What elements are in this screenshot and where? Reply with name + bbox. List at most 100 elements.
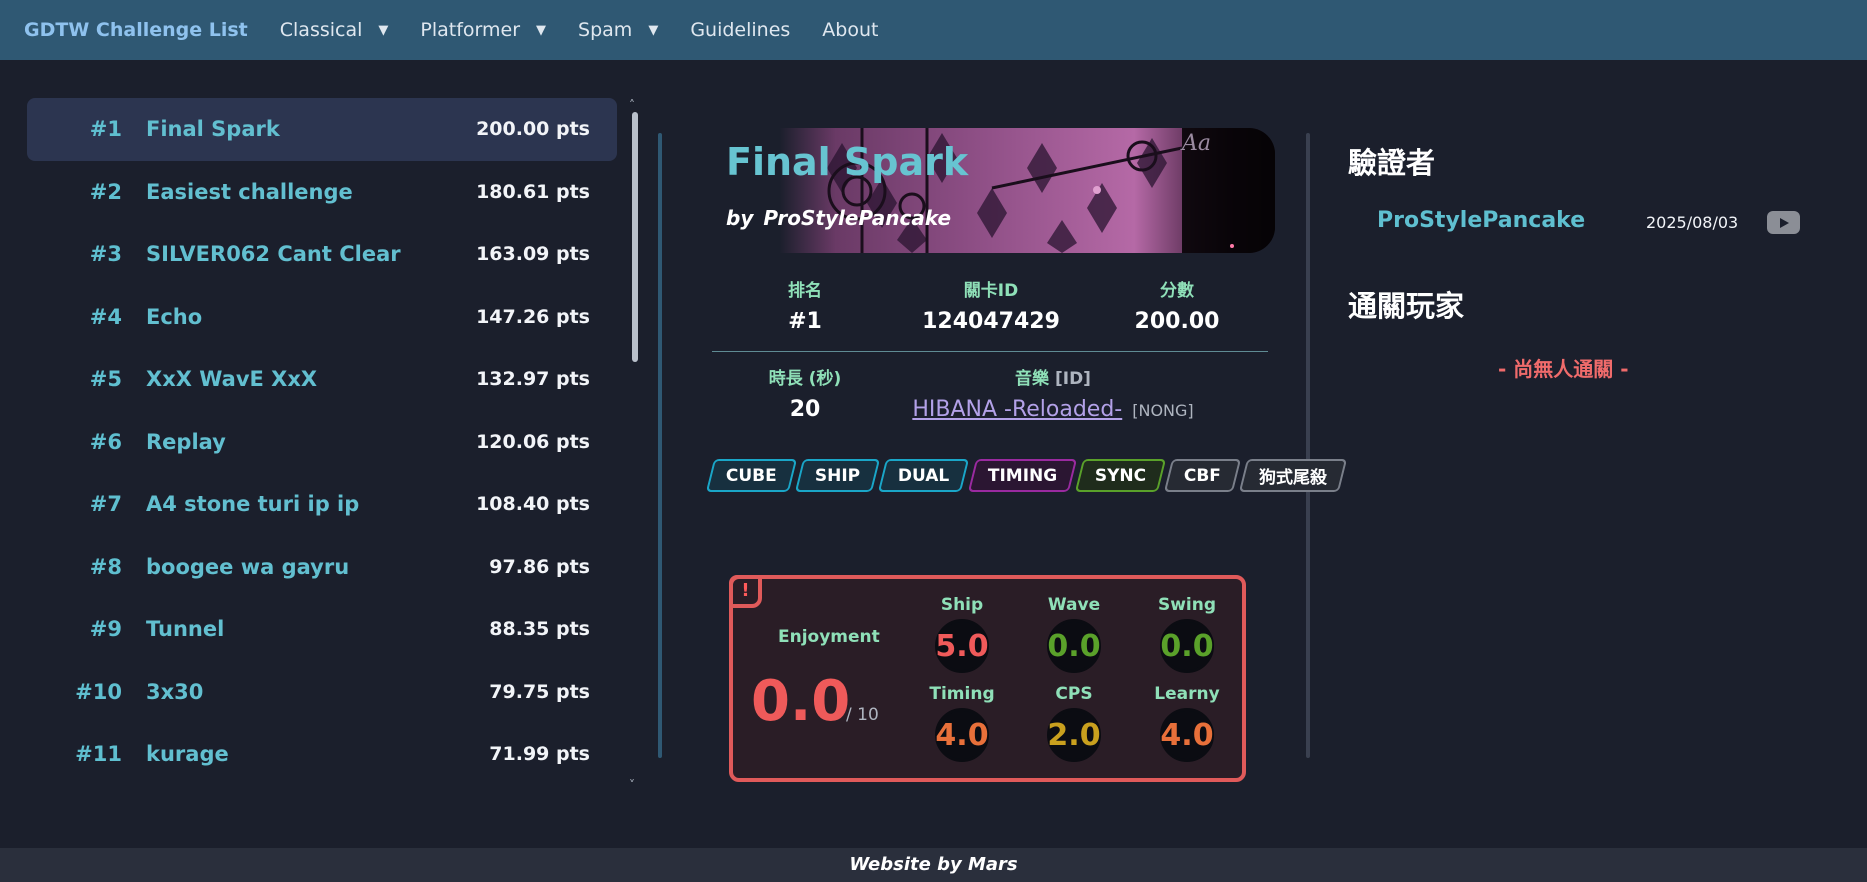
stat-label: Wave [1047,595,1101,615]
nav-platformer[interactable]: Platformer ▼ [420,19,546,41]
length-value: 20 [789,397,821,422]
tag-sync[interactable]: SYNC [1074,459,1167,492]
nav-about[interactable]: About [822,19,878,41]
level-creator: by ProStylePancake [726,206,951,230]
list-item[interactable]: #2 Easiest challenge 180.61 pts [27,161,617,224]
list-item[interactable]: #4 Echo 147.26 pts [27,286,617,349]
chevron-down-icon: ▼ [648,22,659,38]
list-item[interactable]: #9 Tunnel 88.35 pts [27,598,617,661]
stat-ship: Ship 5.0 [917,595,1007,673]
list-item[interactable]: #5 XxX WavE XxX 132.97 pts [27,348,617,411]
chevron-down-icon: ▼ [536,22,547,38]
stat-dial: 5.0 [935,619,989,673]
list-points: 79.75 pts [489,680,590,703]
music-id-label: [ID] [1054,369,1091,389]
stat-cps: CPS 2.0 [1029,684,1119,762]
list-rank: #5 [89,367,122,392]
level-title: Final Spark [726,140,969,184]
tag-label: SYNC [1094,465,1147,486]
list-rank: #9 [89,617,122,642]
stat-wave: Wave 0.0 [1029,595,1119,673]
score-label: 分數 [1160,281,1194,301]
list-points: 108.40 pts [476,493,590,516]
nav-spam-label: Spam [578,19,633,41]
rating-panel: ! Enjoyment 0.0 / 10 Ship 5.0 Wave 0.0 S… [729,575,1246,782]
list-points: 163.09 pts [476,243,590,266]
divider [658,133,662,758]
music-label: 音樂 [1015,369,1050,389]
nav-guidelines[interactable]: Guidelines [690,19,790,41]
list-rank: #4 [89,304,122,329]
score-value: 200.00 [1134,309,1220,334]
verifier-heading: 驗證者 [1348,146,1436,180]
creator-name[interactable]: ProStylePancake [763,206,951,230]
list-item[interactable]: #6 Replay 120.06 pts [27,411,617,474]
list-rank: #8 [89,554,122,579]
rank-value: #1 [788,309,822,334]
list-points: 71.99 pts [489,743,590,766]
list-item[interactable]: #10 3x30 79.75 pts [27,661,617,724]
tag-timing[interactable]: TIMING [967,459,1077,492]
tag-dog-tail[interactable]: 狗式尾殺 [1239,459,1348,492]
divider [1306,133,1310,758]
list-item[interactable]: #1 Final Spark 200.00 pts [27,98,617,161]
tag-cube[interactable]: CUBE [705,459,797,492]
length-cell: 時長 (秒) 20 [712,364,898,422]
top-nav: GDTW Challenge List Classical ▼ Platform… [0,0,1867,60]
list-points: 200.00 pts [476,118,590,141]
nav-about-label: About [822,19,879,41]
list-rank: #2 [89,179,122,204]
list-item[interactable]: #8 boogee wa gayru 97.86 pts [27,536,617,599]
tag-cbf[interactable]: CBF [1164,459,1242,492]
chevron-down-icon: ▼ [378,22,389,38]
list-rank: #6 [89,429,122,454]
level-list: #1 Final Spark 200.00 pts #2 Easiest cha… [27,98,617,786]
stat-dial: 0.0 [1160,619,1214,673]
list-points: 88.35 pts [489,618,590,641]
list-points: 147.26 pts [476,305,590,328]
score-cell: 分數 200.00 [1084,276,1270,334]
enjoyment-value: 0.0 [751,669,851,734]
tag-dual[interactable]: DUAL [878,459,970,492]
list-rank: #1 [89,117,122,142]
enjoyment-max: / 10 [846,705,879,725]
list-points: 180.61 pts [476,180,590,203]
scroll-down-arrow[interactable]: ˅ [629,778,635,792]
nav-classical[interactable]: Classical ▼ [280,19,389,41]
list-scrollbar[interactable] [632,112,638,362]
svg-text:Aa: Aa [1180,131,1211,156]
list-item[interactable]: #3 SILVER062 Cant Clear 163.09 pts [27,223,617,286]
scroll-up-arrow[interactable]: ˄ [629,98,635,112]
no-players-text: - 尚無人通關 - [1498,357,1629,381]
warning-icon: ! [729,575,762,608]
info-separator [712,351,1268,352]
nav-spam[interactable]: Spam ▼ [578,19,658,41]
tag-label: CBF [1184,465,1222,486]
list-rank: #11 [75,742,122,767]
by-label: by [726,206,754,230]
verifier-name[interactable]: ProStylePancake [1377,208,1585,233]
stat-learny: Learny 4.0 [1142,684,1232,762]
tag-label: DUAL [898,465,950,486]
length-label: 時長 (秒) [768,369,842,389]
tag-label: 狗式尾殺 [1259,468,1328,488]
music-cell: 音樂 [ID] HIBANA -Reloaded- [NONG] [898,364,1208,422]
stat-timing: Timing 4.0 [917,684,1007,762]
list-item[interactable]: #11 kurage 71.99 pts [27,723,617,786]
tag-ship[interactable]: SHIP [794,459,881,492]
list-item[interactable]: #7 A4 stone turi ip ip 108.40 pts [27,473,617,536]
youtube-icon[interactable] [1767,211,1800,234]
list-points: 132.97 pts [476,368,590,391]
tag-label: CUBE [726,465,777,486]
enjoyment-label: Enjoyment [778,627,880,647]
tag-label: TIMING [987,465,1057,486]
nav-platformer-label: Platformer [420,19,521,41]
stat-dial: 4.0 [935,708,989,762]
brand-link[interactable]: GDTW Challenge List [24,19,248,41]
nav-classical-label: Classical [279,19,363,41]
song-link[interactable]: HIBANA -Reloaded- [912,397,1122,422]
list-rank: #10 [75,679,122,704]
stat-label: Timing [929,684,995,704]
stat-dial: 4.0 [1160,708,1214,762]
stat-swing: Swing 0.0 [1142,595,1232,673]
